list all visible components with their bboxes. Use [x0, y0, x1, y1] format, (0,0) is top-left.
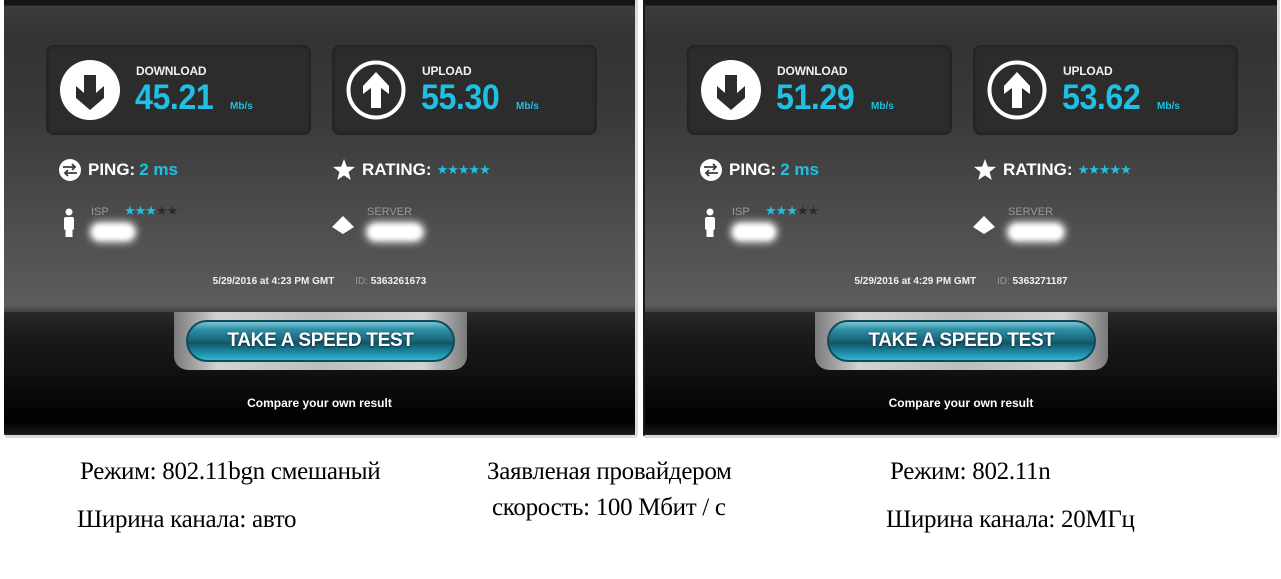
take-speed-test-button[interactable]: TAKE A SPEED TEST [827, 320, 1096, 362]
download-value: 45.21 [135, 78, 214, 117]
caption-right-channel-width: Ширина канала: 20МГц [886, 506, 1135, 533]
download-label: DOWNLOAD [777, 64, 848, 78]
download-box: DOWNLOAD 51.29 Mb/s [687, 45, 952, 135]
result-id-label: ID: [355, 276, 368, 287]
isp-stars-empty: ★★ [796, 203, 819, 218]
download-value: 51.29 [776, 78, 855, 117]
upload-arrow-icon [346, 60, 406, 120]
download-arrow-icon [701, 60, 761, 120]
isp-label: ISP [91, 206, 109, 218]
upload-box: UPLOAD 53.62 Mb/s [973, 45, 1238, 135]
rating-stars: ★★★★★ [436, 162, 491, 178]
rating-row: RATING: ★★★★★ [332, 156, 491, 184]
ping-value: 2 ms [780, 160, 819, 179]
speed-test-button-frame: TAKE A SPEED TEST [174, 312, 467, 370]
take-speed-test-button[interactable]: TAKE A SPEED TEST [186, 320, 455, 362]
rating-label: RATING: [362, 160, 432, 179]
ping-label: PING: [88, 160, 136, 179]
result-timestamp: 5/29/2016 at 4:29 PM GMT [854, 276, 977, 287]
isp-name-redacted [92, 224, 134, 240]
server-pyramid-icon [332, 216, 354, 234]
rating-stars-filled: ★★★★★ [1077, 162, 1132, 177]
rating-stars-filled: ★★★★★ [436, 162, 491, 177]
compare-result-link[interactable]: Compare your own result [645, 396, 1277, 410]
download-unit: Mb/s [230, 101, 253, 112]
server-pyramid-icon [973, 216, 995, 234]
result-id-label: ID: [996, 276, 1010, 287]
server-label: SERVER [367, 206, 413, 218]
upload-value: 53.62 [1062, 78, 1141, 117]
server-name-redacted [368, 224, 422, 240]
person-icon [705, 208, 715, 237]
caption-center-line2: скорость: 100 Мбит / с [492, 494, 726, 521]
rating-stars: ★★★★★ [1077, 162, 1132, 178]
rating-row: RATING: ★★★★★ [973, 156, 1132, 184]
upload-unit: Mb/s [516, 101, 539, 112]
rating-label: RATING: [1003, 160, 1073, 179]
ping-label: PING: [729, 160, 777, 179]
isp-stars-filled: ★★★ [124, 203, 157, 218]
server-label: SERVER [1008, 206, 1054, 218]
isp-name-redacted [733, 224, 775, 240]
isp-stars: ★★★★★ [124, 203, 178, 219]
caption-right-mode: Режим: 802.11n [890, 458, 1051, 485]
caption-left-mode: Режим: 802.11bgn смешаный [80, 458, 381, 485]
compare-result-link[interactable]: Compare your own result [4, 396, 635, 410]
isp-stars-empty: ★★ [155, 203, 178, 218]
upload-value: 55.30 [421, 78, 500, 117]
download-box: DOWNLOAD 45.21 Mb/s [46, 45, 311, 135]
speed-test-button-frame: TAKE A SPEED TEST [815, 312, 1108, 370]
upload-box: UPLOAD 55.30 Mb/s [332, 45, 597, 135]
result-id-value: 5363271187 [1012, 276, 1068, 287]
isp-stars: ★★★★★ [765, 203, 819, 219]
upload-unit: Mb/s [1157, 101, 1180, 112]
result-timestamp: 5/29/2016 at 4:23 PM GMT [212, 276, 335, 287]
ping-row: PING: 2 ms [699, 156, 819, 184]
ping-row: PING: 2 ms [58, 156, 178, 184]
ping-value: 2 ms [139, 160, 178, 179]
isp-label: ISP [732, 206, 750, 218]
ping-arrows-icon [59, 159, 81, 181]
upload-arrow-icon [987, 60, 1047, 120]
speedtest-result-panel-right: DOWNLOAD 51.29 Mb/s UPLOAD 53.62 Mb/s PI… [643, 0, 1280, 438]
ping-arrows-icon [700, 159, 722, 181]
upload-label: UPLOAD [1063, 64, 1113, 78]
isp-stars-filled: ★★★ [765, 203, 798, 218]
download-arrow-icon [60, 60, 120, 120]
result-meta: 5/29/2016 at 4:23 PM GMT ID: 5363261673 [4, 276, 635, 287]
star-icon [333, 159, 355, 180]
speedtest-result-panel-left: DOWNLOAD 45.21 Mb/s UPLOAD 55.30 Mb/s PI… [4, 0, 638, 438]
star-icon [974, 159, 996, 180]
server-name-redacted [1009, 224, 1063, 240]
person-icon [64, 208, 74, 237]
result-meta: 5/29/2016 at 4:29 PM GMT ID: 5363271187 [645, 276, 1277, 287]
caption-center-line1: Заявленая провайдером [487, 458, 732, 485]
download-label: DOWNLOAD [136, 64, 207, 78]
result-id-value: 5363261673 [370, 276, 427, 287]
caption-left-channel-width: Ширина канала: авто [77, 506, 297, 533]
download-unit: Mb/s [871, 101, 894, 112]
upload-label: UPLOAD [422, 64, 472, 78]
